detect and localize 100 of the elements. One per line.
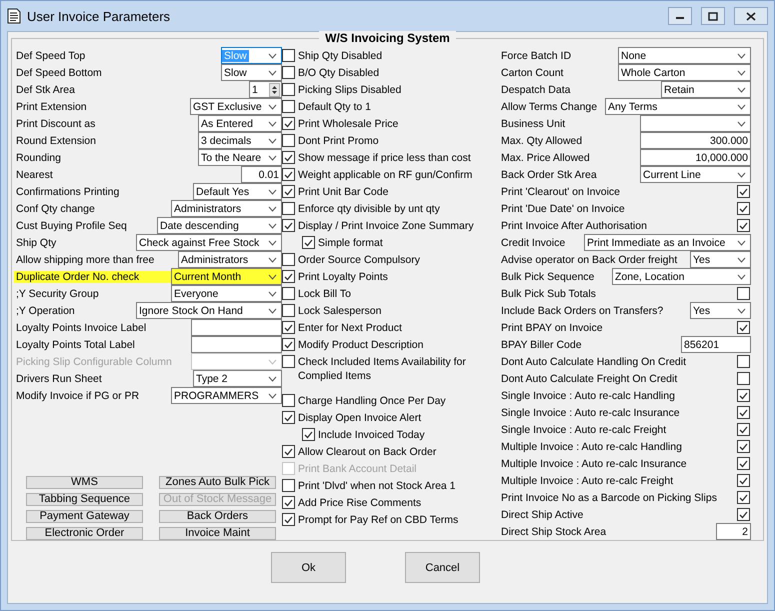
dropdown[interactable]: Whole Carton (618, 64, 751, 81)
checkbox[interactable] (737, 321, 750, 334)
checkbox[interactable] (737, 389, 750, 402)
field-label: Print 'Due Date' on Invoice (500, 202, 626, 214)
checkbox[interactable] (282, 287, 295, 300)
minimize-button[interactable] (668, 7, 692, 25)
checkbox[interactable] (282, 202, 295, 215)
checkbox[interactable] (737, 491, 750, 504)
checkbox[interactable] (282, 185, 295, 198)
option-label: Print Bank Account Detail (298, 462, 416, 476)
option-label: Print 'Dlvd' when not Stock Area 1 (298, 479, 456, 493)
action-button[interactable]: Electronic Order (26, 527, 143, 540)
checkbox[interactable] (737, 355, 750, 368)
number-field[interactable]: 2 (716, 523, 751, 540)
dropdown[interactable]: Slow (221, 64, 282, 81)
dropdown[interactable]: Type 2 (193, 370, 282, 387)
dropdown[interactable]: As Entered (198, 115, 282, 132)
checkbox[interactable] (737, 372, 750, 385)
checkbox[interactable] (302, 236, 315, 249)
dropdown[interactable]: Retain (661, 81, 751, 98)
field-label: Def Speed Top (15, 50, 86, 62)
chevron-down-icon (737, 70, 746, 76)
checkbox[interactable] (737, 423, 750, 436)
dropdown[interactable]: Check against Free Stock (136, 234, 282, 251)
checkbox[interactable] (737, 406, 750, 419)
dropdown[interactable]: None (618, 47, 751, 64)
checkbox[interactable] (737, 202, 750, 215)
dropdown[interactable]: PROGRAMMERS (171, 387, 282, 404)
text-field[interactable] (191, 336, 282, 353)
checkbox[interactable] (282, 219, 295, 232)
checkbox[interactable] (282, 168, 295, 181)
chevron-down-icon (737, 172, 746, 178)
dropdown[interactable]: GST Exclusive (190, 98, 282, 115)
dropdown[interactable]: Print Immediate as an Invoice (584, 234, 751, 251)
dropdown[interactable]: Current Line (640, 166, 751, 183)
checkbox[interactable] (282, 355, 295, 368)
checkbox[interactable] (282, 100, 295, 113)
dropdown[interactable]: Date descending (157, 217, 282, 234)
option-label: Weight applicable on RF gun/Confirm (298, 168, 472, 182)
action-button[interactable]: Tabbing Sequence (26, 493, 143, 506)
option-label: Display Open Invoice Alert (298, 411, 422, 425)
dropdown[interactable]: Default Yes (193, 183, 282, 200)
checkbox[interactable] (282, 49, 295, 62)
checkbox[interactable] (282, 496, 295, 509)
dropdown[interactable]: Current Month (171, 268, 282, 285)
checkbox[interactable] (282, 151, 295, 164)
checkbox[interactable] (737, 457, 750, 470)
checkbox[interactable] (737, 508, 750, 521)
checkbox[interactable] (282, 513, 295, 526)
field-label: Rounding (15, 152, 62, 164)
text-field[interactable]: 856201 (681, 336, 751, 353)
maximize-button[interactable] (701, 7, 725, 25)
dropdown[interactable] (640, 115, 751, 132)
action-button[interactable]: Back Orders (159, 510, 276, 523)
checkbox[interactable] (282, 83, 295, 96)
dropdown[interactable]: Administrators (171, 200, 282, 217)
checkbox[interactable] (282, 479, 295, 492)
checkbox[interactable] (737, 287, 750, 300)
checkbox[interactable] (282, 117, 295, 130)
checkbox[interactable] (282, 134, 295, 147)
checkbox[interactable] (282, 66, 295, 79)
option-label: Charge Handling Once Per Day (298, 394, 446, 408)
field-label: Nearest (15, 168, 54, 180)
number-field[interactable]: 300.000 (640, 132, 751, 149)
dropdown[interactable]: Ignore Stock On Hand (136, 302, 282, 319)
checkbox[interactable] (282, 321, 295, 334)
checkbox[interactable] (282, 394, 295, 407)
cancel-button[interactable]: Cancel (405, 552, 480, 583)
action-button[interactable]: Zones Auto Bulk Pick (159, 476, 276, 489)
checkbox[interactable] (282, 411, 295, 424)
dropdown[interactable]: Administrators (178, 251, 282, 268)
checkbox[interactable] (282, 270, 295, 283)
dropdown[interactable]: Yes (690, 302, 751, 319)
text-field[interactable] (191, 319, 282, 336)
checkbox[interactable] (302, 428, 315, 441)
chevron-down-icon (268, 154, 277, 160)
field-label: Single Invoice : Auto re-calc Insurance (500, 406, 681, 418)
checkbox[interactable] (282, 445, 295, 458)
dropdown[interactable]: Zone, Location (612, 268, 751, 285)
checkbox[interactable] (737, 440, 750, 453)
checkbox[interactable] (282, 338, 295, 351)
action-button[interactable]: Payment Gateway (26, 510, 143, 523)
option-label: Default Qty to 1 (298, 100, 371, 114)
spin-field[interactable]: 1 (249, 81, 282, 98)
dropdown[interactable]: Everyone (171, 285, 282, 302)
number-field[interactable]: 10,000.000 (640, 149, 751, 166)
checkbox[interactable] (737, 474, 750, 487)
dropdown[interactable]: Yes (690, 251, 751, 268)
dropdown[interactable]: Any Terms (605, 98, 751, 115)
checkbox[interactable] (737, 219, 750, 232)
action-button[interactable]: WMS (26, 476, 143, 489)
action-button[interactable]: Invoice Maint (159, 527, 276, 540)
dropdown[interactable]: To the Neare (198, 149, 282, 166)
number-field[interactable]: 0.01 (241, 166, 282, 183)
checkbox[interactable] (282, 304, 295, 317)
ok-button[interactable]: Ok (271, 552, 346, 583)
checkbox[interactable] (282, 253, 295, 266)
checkbox[interactable] (737, 185, 750, 198)
dropdown[interactable]: 3 decimals (198, 132, 282, 149)
close-button[interactable] (734, 7, 768, 25)
